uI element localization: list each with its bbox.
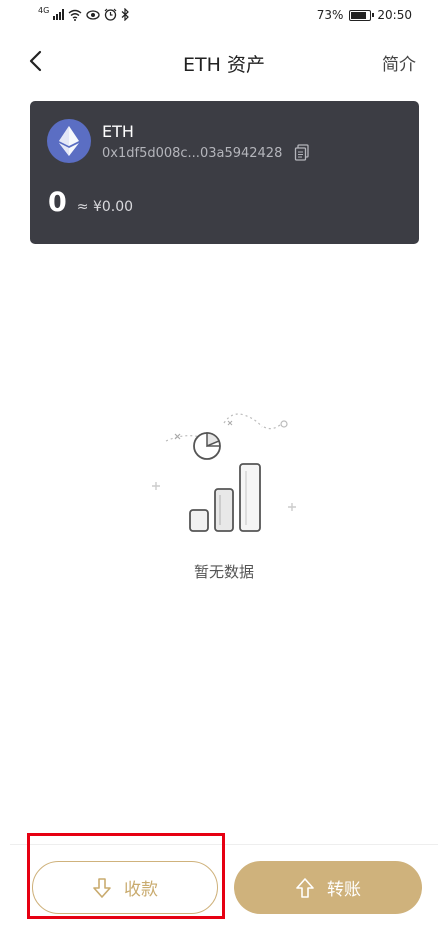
empty-chart-illustration-icon [152,413,296,532]
copy-icon [295,144,310,161]
empty-state-text: 暂无数据 [193,563,254,581]
balance-row: 0 ≈ ¥0.00 [48,187,133,218]
battery-percent: 73% [316,8,344,22]
receive-label: 收款 [124,880,158,900]
arrow-up-icon [296,877,314,898]
wifi-icon [68,9,82,21]
wallet-address: 0x1df5d008c...03a5942428 [102,145,283,161]
asset-card: ETH 0x1df5d008c...03a5942428 0 ≈ ¥0.00 [30,101,419,244]
balance-fiat-value: ≈ ¥0.00 [76,199,134,215]
network-type: 4G [38,6,50,15]
eth-logo-icon [47,119,91,163]
nav-header: ETH 资产 简介 [0,32,448,90]
bluetooth-icon [121,8,130,21]
copy-address-button[interactable] [294,144,310,162]
intro-link[interactable]: 简介 [382,50,416,75]
status-right: 73% 20:50 [317,8,412,22]
battery-icon [349,9,375,21]
transfer-button[interactable]: 转账 [234,861,422,914]
balance-amount: 0 [48,187,67,218]
clock: 20:50 [377,8,412,22]
page-title: ETH 资产 [183,54,265,76]
eye-icon [86,9,100,20]
alarm-icon [104,8,117,21]
bottom-action-bar: 收款 转账 [10,844,438,926]
arrow-down-icon [93,877,111,898]
coin-name: ETH [102,122,134,141]
status-bar: 4G 73% 20:50 [0,0,448,32]
address-row: 0x1df5d008c...03a5942428 [102,144,310,162]
transfer-label: 转账 [327,880,361,900]
receive-button[interactable]: 收款 [32,861,218,914]
status-left: 4G [38,6,130,21]
signal-icon [53,9,65,20]
